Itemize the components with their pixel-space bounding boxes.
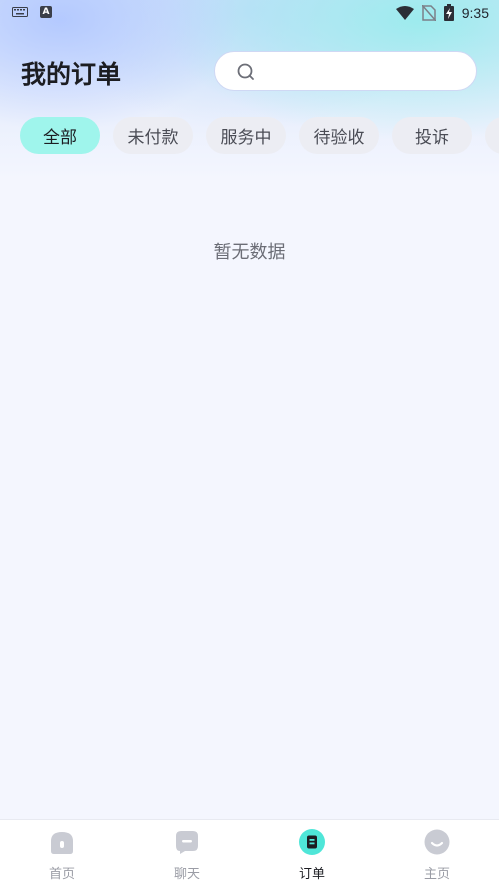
app-notification-icon: A [40, 6, 52, 18]
page-title: 我的订单 [21, 60, 122, 89]
keyboard-icon [12, 7, 28, 17]
bottom-navigation: 首页 聊天 订单 主页 [0, 819, 499, 888]
tab-pending-acceptance[interactable]: 待验收 [299, 117, 379, 154]
no-sim-icon [421, 4, 436, 21]
tab-complaint[interactable]: 投诉 [392, 117, 472, 154]
order-icon [299, 829, 325, 855]
tab-label: 待验收 [313, 128, 365, 148]
nav-item-home[interactable]: 首页 [0, 820, 124, 888]
battery-charging-icon [443, 4, 454, 21]
home-icon [51, 832, 73, 854]
tab-label: 未付款 [127, 128, 179, 148]
chat-icon [176, 831, 198, 854]
status-time: 9:35 [461, 4, 489, 21]
wifi-icon [395, 5, 414, 20]
tab-unpaid[interactable]: 未付款 [113, 117, 193, 154]
profile-icon [424, 829, 450, 855]
nav-item-profile[interactable]: 主页 [375, 820, 499, 888]
search-box[interactable] [214, 51, 477, 91]
nav-label: 聊天 [173, 867, 200, 882]
nav-label: 订单 [298, 867, 325, 882]
tab-label: 全部 [43, 128, 77, 148]
tab-more-partial[interactable] [485, 117, 499, 154]
status-bar: A 9:35 [0, 0, 499, 28]
tab-label: 投诉 [415, 128, 449, 148]
search-input[interactable] [263, 58, 467, 86]
nav-item-chat[interactable]: 聊天 [125, 820, 249, 888]
order-status-tabs: 全部 未付款 服务中 待验收 投诉 [20, 117, 499, 155]
tab-label: 服务中 [220, 128, 272, 148]
empty-state-text: 暂无数据 [213, 242, 286, 263]
search-icon [237, 63, 254, 80]
nav-item-orders[interactable]: 订单 [250, 820, 374, 888]
tab-all[interactable]: 全部 [20, 117, 100, 154]
nav-label: 首页 [48, 867, 75, 882]
tab-in-service[interactable]: 服务中 [206, 117, 286, 154]
nav-label: 主页 [423, 867, 450, 882]
